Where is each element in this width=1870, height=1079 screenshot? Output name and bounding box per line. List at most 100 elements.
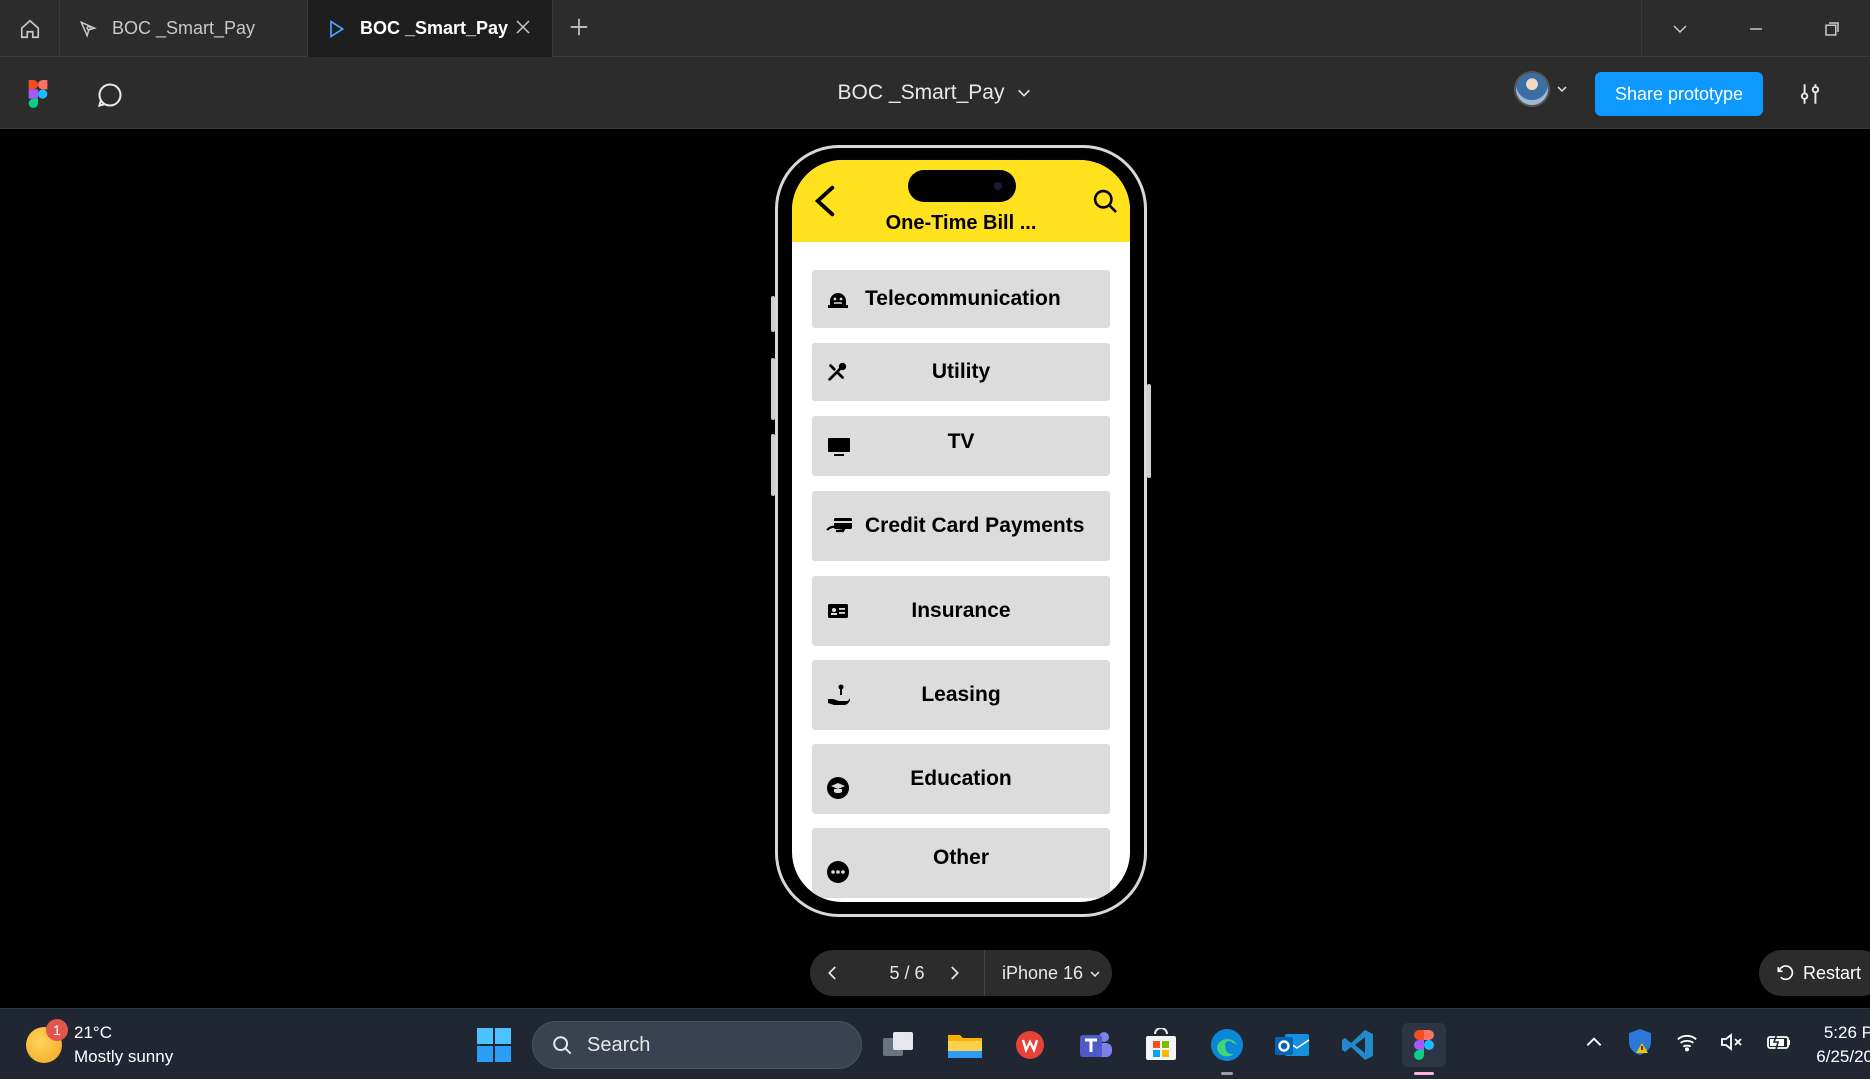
menu-item-tv[interactable]: TV <box>812 416 1110 476</box>
menu-item-leasing[interactable]: Leasing <box>812 660 1110 730</box>
restart-label: Restart <box>1803 962 1862 983</box>
frame-navigator: 5 / 6 iPhone 16 <box>810 950 1112 996</box>
edge-browser-button[interactable] <box>1205 1023 1249 1075</box>
restart-button[interactable]: Restart <box>1759 950 1870 996</box>
menu-item-label: Education <box>910 767 1012 790</box>
store-icon <box>1146 1028 1176 1060</box>
page-title: One-Time Bill ... <box>885 212 1037 234</box>
avatar <box>1514 71 1550 107</box>
tv-icon <box>826 434 852 458</box>
wifi-icon[interactable] <box>1676 1032 1698 1052</box>
figma-logo-icon[interactable] <box>28 80 48 113</box>
chevron-up-icon[interactable] <box>1584 1032 1604 1052</box>
battery-charging-icon[interactable] <box>1766 1032 1792 1052</box>
file-title: BOC _Smart_Pay <box>837 81 1005 104</box>
windows-start-icon[interactable] <box>476 1027 512 1068</box>
windows-taskbar: 1 21°C Mostly sunny Search 5:26 P 6/25/2… <box>0 1008 1870 1079</box>
taskbar-search[interactable]: Search <box>532 1021 862 1069</box>
teams-icon <box>1080 1032 1112 1057</box>
weather-sun-icon: 1 <box>26 1019 68 1063</box>
figma-app-button[interactable] <box>1402 1023 1446 1075</box>
menu-item-label: Telecommunication <box>865 287 1061 310</box>
comment-icon[interactable] <box>96 81 124 114</box>
new-tab-button[interactable] <box>568 16 590 38</box>
telecom-icon <box>826 287 850 311</box>
figma-icon <box>1414 1030 1434 1060</box>
graduation-icon <box>826 776 850 800</box>
restore-icon <box>1825 21 1839 36</box>
restart-icon <box>1777 965 1794 981</box>
file-explorer-button[interactable] <box>943 1023 987 1067</box>
vscode-icon <box>1342 1030 1373 1060</box>
device-label: iPhone 16 <box>1002 963 1084 983</box>
weather-widget[interactable]: 1 21°C Mostly sunny <box>26 1019 173 1069</box>
menu-item-education[interactable]: Education <box>812 744 1110 814</box>
minimize-icon <box>1750 27 1762 30</box>
tab-list-button[interactable] <box>1642 0 1718 57</box>
figma-file-icon <box>78 19 98 39</box>
settings-sliders-icon[interactable] <box>1797 81 1823 112</box>
dynamic-island <box>908 170 1016 202</box>
security-shield-icon[interactable] <box>1626 1027 1654 1057</box>
tab-file[interactable]: BOC _Smart_Pay <box>60 0 308 57</box>
menu-item-utility[interactable]: Utility <box>812 343 1110 401</box>
folder-icon <box>948 1035 982 1058</box>
teams-button[interactable] <box>1073 1023 1117 1067</box>
task-view-button[interactable] <box>877 1023 921 1067</box>
chevron-down-icon <box>1018 89 1031 97</box>
menu-item-label: TV <box>947 430 975 453</box>
hand-money-icon <box>826 682 852 708</box>
phone-button <box>771 434 775 496</box>
chevron-right-icon <box>951 966 959 980</box>
outlook-icon <box>1275 1034 1310 1056</box>
home-icon <box>20 19 39 38</box>
next-frame-button[interactable] <box>945 963 963 983</box>
running-indicator <box>1414 1072 1434 1075</box>
menu-item-insurance[interactable]: Insurance <box>812 576 1110 646</box>
search-icon <box>553 1036 572 1055</box>
minimize-button[interactable] <box>1718 0 1794 57</box>
clock-time: 5:26 P <box>1823 1023 1870 1042</box>
restore-button[interactable] <box>1794 0 1870 57</box>
menu-item-label: Leasing <box>921 683 1001 706</box>
chevron-down-icon <box>1673 24 1687 33</box>
tab-label: BOC _Smart_Pay <box>360 18 509 38</box>
id-card-icon <box>826 601 850 621</box>
running-indicator <box>1221 1072 1233 1075</box>
user-menu[interactable] <box>1514 71 1568 107</box>
chevron-down-icon <box>1090 970 1100 977</box>
menu-item-credit-card-payments[interactable]: Credit Card Payments <box>812 491 1110 561</box>
notification-badge: 1 <box>46 1019 68 1041</box>
menu-item-label: Insurance <box>911 599 1011 622</box>
home-button[interactable] <box>0 0 60 57</box>
outlook-button[interactable] <box>1270 1023 1314 1067</box>
wps-office-button[interactable] <box>1008 1023 1052 1067</box>
menu-item-label: Utility <box>931 360 991 383</box>
menu-item-other[interactable]: Other <box>812 828 1110 898</box>
file-title-menu[interactable]: BOC _Smart_Pay <box>838 81 1033 105</box>
window-controls <box>1641 0 1870 57</box>
more-dots-icon <box>826 860 850 884</box>
menu-item-telecommunication[interactable]: Telecommunication <box>812 270 1110 328</box>
device-select[interactable]: iPhone 16 <box>1002 963 1101 984</box>
chevron-down-icon <box>1557 86 1567 93</box>
tab-prototype[interactable]: BOC _Smart_Pay <box>308 0 553 57</box>
system-clock[interactable]: 5:26 P 6/25/20 <box>1803 1021 1870 1069</box>
phone-button <box>771 296 775 332</box>
tab-label: BOC _Smart_Pay <box>112 18 256 38</box>
phone-button <box>771 358 775 420</box>
previous-frame-button[interactable] <box>824 963 842 983</box>
menu-item-label: Credit Card Payments <box>865 514 1085 537</box>
microsoft-store-button[interactable] <box>1139 1023 1183 1067</box>
volume-muted-icon[interactable] <box>1720 1032 1744 1052</box>
toolbar: BOC _Smart_Pay Share prototype <box>0 57 1870 129</box>
play-icon <box>326 19 346 39</box>
share-prototype-button[interactable]: Share prototype <box>1595 72 1763 116</box>
page-indicator: 5 / 6 <box>889 963 925 983</box>
wps-icon <box>1016 1031 1044 1059</box>
vscode-button[interactable] <box>1336 1023 1380 1067</box>
tools-icon <box>826 361 848 383</box>
plus-icon <box>570 18 588 36</box>
close-icon[interactable] <box>514 18 532 36</box>
app-header: One-Time Bill ... <box>792 160 1130 242</box>
